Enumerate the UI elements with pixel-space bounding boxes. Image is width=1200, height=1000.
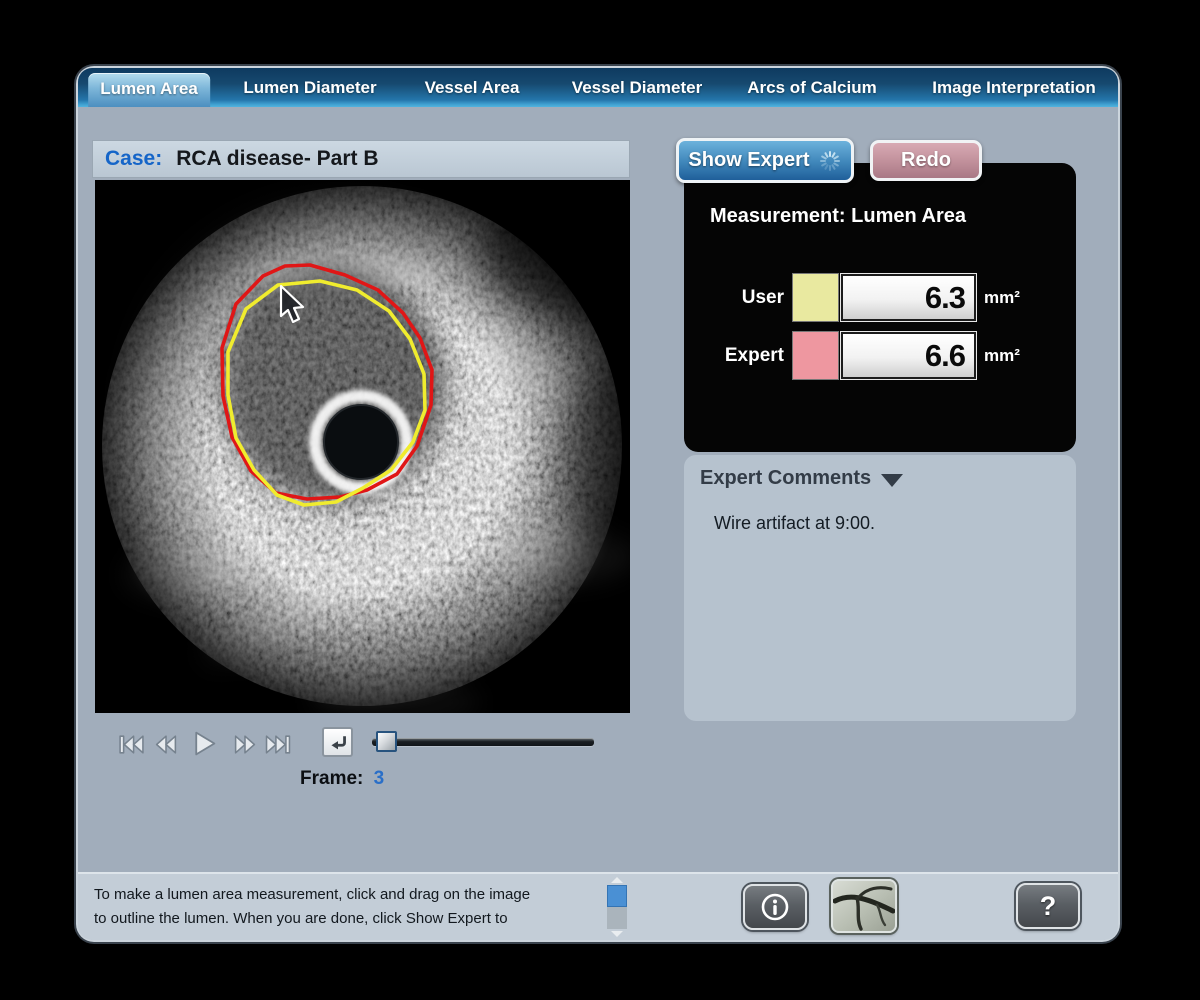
expert-comments-panel: Expert Comments Wire artifact at 9:00. [684,455,1076,721]
case-title: RCA disease- Part B [176,147,378,171]
ivus-image-canvas[interactable] [95,180,630,713]
ivus-ultrasound-image [95,180,630,713]
spinner-icon [818,149,842,173]
tab-image-interpretation[interactable]: Image Interpretation [920,68,1107,107]
user-label: User [684,273,784,322]
measurement-panel: Measurement: Lumen Area User 6.3 mm² Exp… [684,163,1076,452]
loop-button[interactable] [322,727,353,757]
measurement-title: Measurement: Lumen Area [710,205,966,228]
rewind-icon[interactable] [153,732,179,757]
scrollbar-track[interactable] [607,907,627,929]
instruction-line-1: To make a lumen area measurement, click … [94,883,614,907]
footer-bar: To make a lumen area measurement, click … [78,872,1118,940]
show-expert-button[interactable]: Show Expert [676,138,854,183]
tab-vessel-diameter[interactable]: Vessel Diameter [560,68,714,107]
catheter-core [324,405,398,479]
tab-bar: Lumen Area Lumen Diameter Vessel Area Ve… [78,68,1118,107]
angiogram-thumbnail-button[interactable] [831,879,897,933]
triangle-down-icon [881,474,903,487]
app-window: Lumen Area Lumen Diameter Vessel Area Ve… [78,68,1118,940]
help-label: ? [1040,891,1057,922]
tab-lumen-diameter[interactable]: Lumen Diameter [231,68,388,107]
case-label: Case: [105,147,162,171]
frame-slider[interactable] [372,731,594,753]
tab-vessel-area[interactable]: Vessel Area [413,68,532,107]
redo-label: Redo [901,149,951,172]
angiogram-image [833,881,895,931]
info-button[interactable] [743,884,807,930]
frame-value: 3 [374,768,385,789]
measurement-row-expert: Expert 6.6 mm² [684,331,1076,380]
frame-indicator: Frame: 3 [300,768,384,790]
expert-color-swatch [792,331,839,380]
scroll-up-icon[interactable] [611,877,623,883]
tab-lumen-area[interactable]: Lumen Area [88,73,210,107]
expert-comment-text: Wire artifact at 9:00. [714,513,875,534]
redo-button[interactable]: Redo [870,140,982,181]
expert-comments-header: Expert Comments [700,467,871,490]
case-title-bar: Case: RCA disease- Part B [92,140,630,178]
frame-slider-track[interactable] [372,738,594,746]
skip-first-icon[interactable] [118,732,145,757]
play-icon[interactable] [189,729,218,758]
measurement-row-user: User 6.3 mm² [684,273,1076,322]
tab-arcs-of-calcium[interactable]: Arcs of Calcium [735,68,888,107]
help-button[interactable]: ? [1016,883,1080,929]
screen-background: Lumen Area Lumen Diameter Vessel Area Ve… [0,0,1200,1000]
instruction-text: To make a lumen area measurement, click … [94,883,614,931]
frame-slider-thumb[interactable] [376,731,397,752]
expert-unit: mm² [984,331,1020,380]
scrollbar-thumb[interactable] [607,885,627,907]
scroll-down-icon[interactable] [611,931,623,937]
frame-label: Frame: [300,768,363,789]
expert-value: 6.6 [841,332,976,379]
expert-label: Expert [684,331,784,380]
user-unit: mm² [984,273,1020,322]
skip-last-icon[interactable] [264,732,292,757]
instruction-scrollbar[interactable] [606,877,628,937]
info-icon [760,892,790,922]
show-expert-label: Show Expert [688,149,809,172]
instruction-line-2: to outline the lumen. When you are done,… [94,907,614,931]
fast-forward-icon[interactable] [232,732,258,757]
expert-comments-toggle[interactable]: Expert Comments [700,467,903,490]
user-value: 6.3 [841,274,976,321]
user-color-swatch [792,273,839,322]
loop-icon [328,733,348,751]
